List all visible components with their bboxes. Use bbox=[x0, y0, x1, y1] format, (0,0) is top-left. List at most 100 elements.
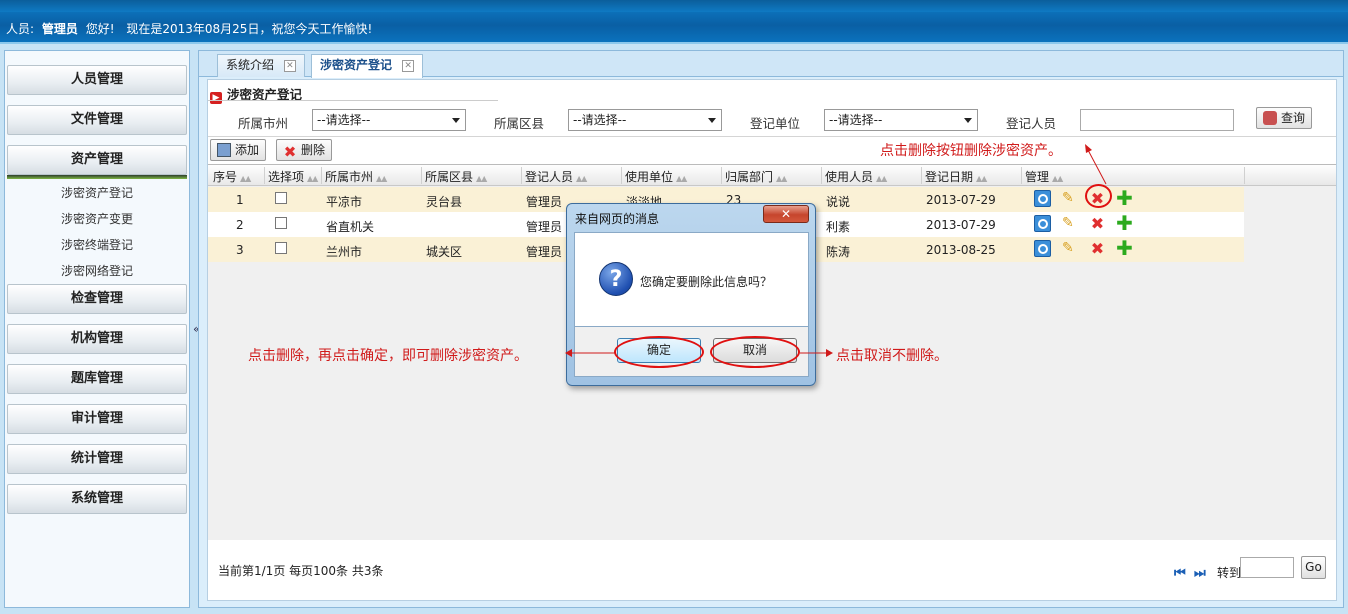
city-filter-label: 所属市州 bbox=[238, 116, 289, 131]
add-button[interactable]: 添加 bbox=[210, 139, 267, 161]
chevron-down-icon bbox=[708, 118, 716, 123]
col-header-county[interactable]: 所属区县 ▲▲ bbox=[425, 168, 487, 185]
col-header-user[interactable]: 使用人员 ▲▲ bbox=[825, 168, 887, 185]
greeting: 您好! bbox=[85, 22, 115, 36]
menu-personnel[interactable]: 人员管理 bbox=[7, 65, 187, 95]
title-divider bbox=[208, 100, 498, 101]
view-icon[interactable] bbox=[1034, 240, 1051, 257]
confirm-hint-annotation: 点击删除，再点击确定，即可删除涉密资产。 bbox=[248, 348, 528, 364]
chevron-down-icon bbox=[964, 118, 972, 123]
menu-system[interactable]: 系统管理 bbox=[7, 484, 187, 514]
delete-hint-annotation: 点击删除按钮删除涉密资产。 bbox=[880, 143, 1062, 159]
go-button[interactable]: Go bbox=[1301, 556, 1326, 579]
dialog-body: ? 您确定要删除此信息吗？ bbox=[574, 232, 809, 327]
menu-organization[interactable]: 机构管理 bbox=[7, 324, 187, 354]
add-row-icon[interactable]: ✚ bbox=[1116, 238, 1133, 258]
col-header-no[interactable]: 序号 ▲▲ bbox=[213, 168, 251, 185]
add-row-icon[interactable]: ✚ bbox=[1116, 188, 1133, 208]
cancel-hint-annotation: 点击取消不删除。 bbox=[836, 348, 948, 364]
person-input[interactable] bbox=[1080, 109, 1234, 131]
add-record-icon bbox=[217, 143, 231, 157]
first-page-icon[interactable]: ⏮ bbox=[1174, 566, 1186, 581]
active-menu-indicator bbox=[7, 175, 187, 179]
tab-system-intro[interactable]: 系统介绍 ✕ bbox=[217, 54, 305, 77]
ok-highlight-ring bbox=[614, 336, 704, 368]
row-checkbox[interactable] bbox=[275, 192, 287, 204]
cell-user: 说说 bbox=[826, 195, 851, 209]
sub-item-network-register[interactable]: 涉密网络登记 bbox=[5, 262, 189, 279]
col-header-date[interactable]: 登记日期 ▲▲ bbox=[925, 168, 987, 185]
question-icon: ? bbox=[599, 262, 633, 296]
view-icon[interactable] bbox=[1034, 215, 1051, 232]
view-icon[interactable] bbox=[1034, 190, 1051, 207]
tab-close-icon[interactable]: ✕ bbox=[283, 59, 296, 72]
menu-question-bank[interactable]: 题库管理 bbox=[7, 364, 187, 394]
unit-select[interactable]: --请选择-- bbox=[824, 109, 978, 131]
col-header-dept[interactable]: 归属部门 ▲▲ bbox=[725, 168, 787, 185]
sub-item-asset-register[interactable]: 涉密资产登记 bbox=[5, 184, 189, 201]
menu-statistics[interactable]: 统计管理 bbox=[7, 444, 187, 474]
col-header-manage: 管理 ▲▲ bbox=[1025, 170, 1063, 184]
table-header: 序号 ▲▲ 选择项 ▲▲ 所属市州 ▲▲ 所属区县 ▲▲ 登记人员 ▲▲ 使用单位 ▲▲ 归… bbox=[208, 165, 1336, 186]
sub-item-asset-change[interactable]: 涉密资产变更 bbox=[5, 210, 189, 227]
delete-row-icon[interactable]: ✖ bbox=[1089, 240, 1106, 257]
tab-bar: 系统介绍 ✕ 涉密资产登记 ✕ bbox=[199, 51, 1343, 78]
menu-inspection[interactable]: 检查管理 bbox=[7, 284, 187, 314]
cell-date: 2013-08-25 bbox=[926, 243, 996, 257]
welcome-message: 人员: 管理员 您好! 现在是2013年08月25日，祝您今天工作愉快! bbox=[6, 20, 372, 37]
cell-city: 平凉市 bbox=[326, 195, 363, 209]
cell-county: 城关区 bbox=[426, 245, 463, 259]
city-select[interactable]: --请选择-- bbox=[312, 109, 466, 131]
confirm-hint-arrow bbox=[565, 349, 615, 357]
delete-hint-arrow bbox=[1085, 144, 1107, 185]
tab-label: 涉密资产登记 bbox=[320, 58, 393, 72]
menu-assets[interactable]: 资产管理 bbox=[7, 145, 187, 175]
col-header-city[interactable]: 所属市州 ▲▲ bbox=[325, 168, 387, 185]
cell-date: 2013-07-29 bbox=[926, 218, 996, 232]
search-button[interactable]: 查询 bbox=[1256, 107, 1313, 129]
cell-no: 1 bbox=[236, 193, 244, 207]
cell-no: 2 bbox=[236, 218, 244, 232]
row-checkbox[interactable] bbox=[275, 217, 287, 229]
menu-audit[interactable]: 审计管理 bbox=[7, 404, 187, 434]
chevron-down-icon bbox=[452, 118, 460, 123]
pager-summary: 当前第1/1页 每页100条 共3条 bbox=[218, 564, 384, 578]
dialog-message: 您确定要删除此信息吗？ bbox=[640, 275, 773, 289]
cell-county: 灵台县 bbox=[426, 195, 463, 209]
delete-icon: ✖ bbox=[283, 143, 297, 161]
delete-button[interactable]: ✖ 删除 bbox=[276, 139, 333, 161]
cell-city: 兰州市 bbox=[326, 245, 363, 259]
edit-icon[interactable]: ✎ bbox=[1062, 190, 1079, 207]
person-filter-label: 登记人员 bbox=[1006, 116, 1057, 131]
add-row-icon[interactable]: ✚ bbox=[1116, 213, 1133, 233]
top-header-bar: 人员: 管理员 您好! 现在是2013年08月25日，祝您今天工作愉快! bbox=[0, 0, 1348, 44]
sidebar: 人员管理 文件管理 资产管理 涉密资产登记 涉密资产变更 涉密终端登记 涉密网络… bbox=[4, 50, 190, 608]
cell-registrar: 管理员 bbox=[526, 220, 563, 234]
col-header-select[interactable]: 选择项 ▲▲ bbox=[268, 168, 318, 185]
county-select[interactable]: --请选择-- bbox=[568, 109, 722, 131]
county-filter-label: 所属区县 bbox=[494, 116, 545, 131]
menu-files[interactable]: 文件管理 bbox=[7, 105, 187, 135]
user-name: 管理员 bbox=[41, 22, 78, 36]
col-header-unit[interactable]: 使用单位 ▲▲ bbox=[625, 168, 687, 185]
delete-row-icon[interactable]: ✖ bbox=[1089, 215, 1106, 232]
col-header-registrar[interactable]: 登记人员 ▲▲ bbox=[525, 168, 587, 185]
edit-icon[interactable]: ✎ bbox=[1062, 215, 1079, 232]
edit-icon[interactable]: ✎ bbox=[1062, 240, 1079, 257]
tab-close-icon[interactable]: ✕ bbox=[402, 59, 415, 72]
unit-filter-label: 登记单位 bbox=[750, 116, 801, 131]
goto-page-input[interactable] bbox=[1240, 557, 1294, 578]
cancel-highlight-ring bbox=[710, 336, 800, 368]
tab-asset-register[interactable]: 涉密资产登记 ✕ bbox=[311, 54, 424, 78]
cell-no: 3 bbox=[236, 243, 244, 257]
last-page-icon[interactable]: ⏭ bbox=[1194, 566, 1206, 581]
cell-city: 省直机关 bbox=[326, 220, 375, 234]
tab-label: 系统介绍 bbox=[226, 58, 275, 72]
row-checkbox[interactable] bbox=[275, 242, 287, 254]
sub-item-terminal-register[interactable]: 涉密终端登记 bbox=[5, 236, 189, 253]
cancel-hint-arrow bbox=[800, 349, 833, 357]
panel-title-icon: ▶ bbox=[210, 92, 222, 104]
date-message: 现在是2013年08月25日，祝您今天工作愉快! bbox=[126, 22, 373, 36]
dialog-close-button[interactable]: ✕ bbox=[763, 205, 809, 223]
dialog-title: 来自网页的消息 bbox=[575, 212, 660, 226]
